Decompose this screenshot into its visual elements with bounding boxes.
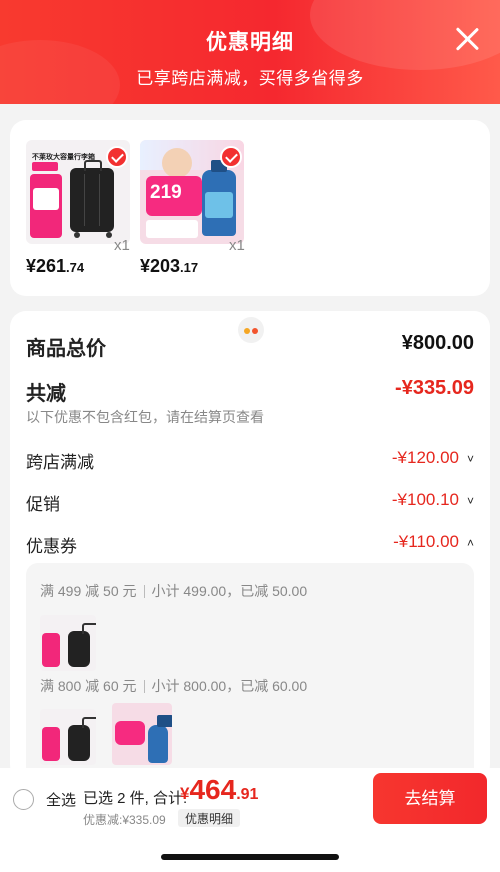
page-title: 优惠明细	[206, 31, 294, 54]
coupon-detail-panel: 满 499 减 50 元小计 499.00，已减 50.00 满 800 减 6…	[26, 563, 474, 781]
bottle-graphic	[202, 160, 236, 236]
selected-products-card: 不莱玫大容量行李箱 ¥261.74 x1 219 ¥203.17 x1	[10, 120, 490, 296]
discount-amount: 优惠减:¥335.09	[83, 813, 166, 827]
promotion-label: 促销	[26, 495, 60, 514]
promo-price: 219	[150, 182, 182, 203]
discount-detail-card: 商品总价 ¥800.00 共减 -¥335.09 以下优惠不包含红包，请在结算页…	[10, 311, 490, 781]
cross-store-label: 跨店满减	[26, 453, 94, 472]
selected-check-icon[interactable]	[220, 146, 242, 168]
product-item[interactable]: 219 ¥203.17	[140, 140, 246, 276]
coupon-product-thumbnail	[40, 709, 96, 765]
total-reduce-value: -¥335.09	[395, 377, 474, 399]
home-indicator[interactable]	[161, 854, 339, 860]
suitcase-graphic	[70, 160, 114, 232]
total-price: ¥464.91	[180, 774, 259, 805]
select-all-radio[interactable]	[13, 789, 34, 810]
selected-check-icon[interactable]	[106, 146, 128, 168]
product-image-poster	[30, 174, 62, 238]
coupon-product-thumbnail	[112, 703, 172, 765]
header: 优惠明细 已享跨店满减，买得多省得多	[0, 0, 500, 104]
luggage-product-image: 不莱玫大容量行李箱	[26, 140, 130, 244]
cross-store-value[interactable]: -¥120.00 ˅	[392, 448, 474, 468]
product-image-tag	[32, 162, 58, 171]
total-reduce-label: 共减	[26, 383, 66, 405]
product-quantity: x1	[229, 237, 245, 254]
goods-total-value: ¥800.00	[401, 332, 474, 354]
product-quantity: x1	[114, 237, 130, 254]
loading-indicator	[238, 317, 264, 343]
promotion-value[interactable]: -¥100.10 ˅	[392, 490, 474, 510]
product-price: ¥261.74	[26, 256, 85, 276]
page-subtitle: 已享跨店满减，买得多省得多	[136, 69, 364, 88]
chevron-down-icon: ˅	[466, 494, 474, 508]
chevron-down-icon: ˅	[466, 452, 474, 466]
coupon-label: 优惠券	[26, 537, 77, 556]
close-icon[interactable]	[454, 26, 480, 52]
checkout-button[interactable]: 去结算	[373, 773, 487, 824]
coupon-value[interactable]: -¥110.00 ˄	[393, 532, 474, 552]
coupon-rule: 满 800 减 60 元小计 800.00，已减 60.00	[40, 678, 308, 694]
coupon-product-thumbnail	[40, 615, 96, 671]
product-item[interactable]: 不莱玫大容量行李箱 ¥261.74	[26, 140, 132, 276]
select-all-label[interactable]: 全选	[46, 789, 76, 810]
discount-detail-button[interactable]: 优惠明细	[178, 809, 241, 827]
coupon-rule: 满 499 减 50 元小计 499.00，已减 50.00	[40, 583, 308, 599]
dha-product-image: 219	[140, 140, 244, 244]
discount-note: 以下优惠不包含红包，请在结算页查看	[26, 409, 264, 425]
goods-total-label: 商品总价	[26, 338, 106, 360]
chevron-up-icon: ˄	[466, 536, 474, 550]
selected-count: 已选 2 件, 合计:	[83, 790, 188, 807]
baby-photo	[162, 148, 192, 178]
product-price: ¥203.17	[140, 256, 199, 276]
